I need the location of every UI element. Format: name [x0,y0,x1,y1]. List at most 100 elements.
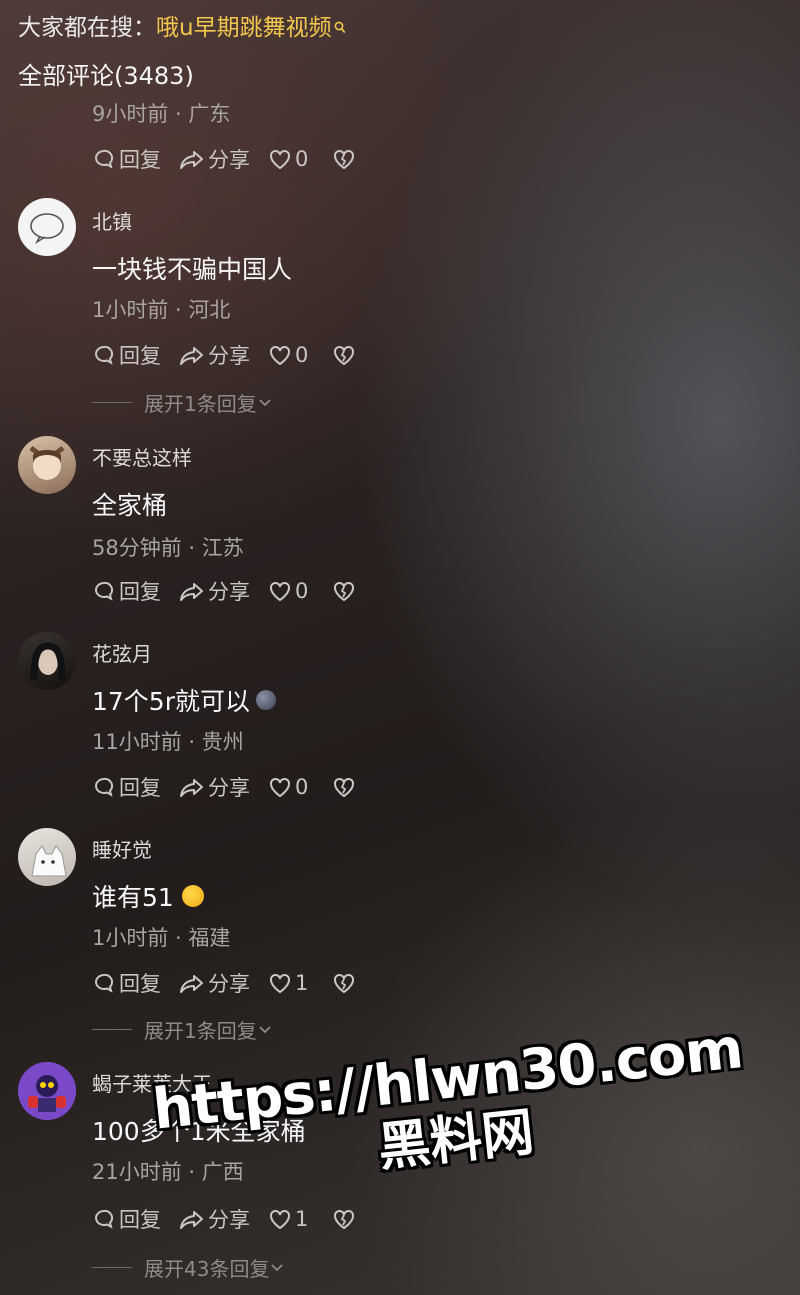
share-icon [180,975,203,993]
comment-meta: 58分钟前 · 江苏 [92,536,244,560]
divider [92,1029,132,1030]
like-button[interactable]: 1 [268,1207,308,1231]
like-button[interactable]: 1 [268,971,308,995]
reply-icon [95,149,114,169]
broken-heart-icon [334,1209,355,1230]
avatar[interactable] [18,632,76,690]
share-icon [180,347,203,365]
share-button[interactable]: 分享 [179,340,250,370]
expand-replies-button[interactable]: 展开43条回复 [92,1253,285,1282]
user-photo-icon [30,642,66,681]
heart-icon [270,149,290,170]
like-button[interactable]: 0 [268,343,308,367]
username[interactable]: 睡好觉 [92,834,152,863]
emoji-icon [256,690,276,710]
reply-icon [95,345,114,365]
heart-icon [270,1209,290,1230]
comment-text: 全家桶 [92,491,168,520]
avatar[interactable] [18,436,76,494]
watermark: https://hlwn30.com 黑料网 [150,1016,752,1201]
reply-icon [95,973,114,993]
reply-icon [95,777,114,797]
reply-button[interactable]: 回复 [92,772,161,802]
reply-button[interactable]: 回复 [92,1204,161,1234]
avatar[interactable] [18,1062,76,1120]
broken-heart-icon [334,345,355,366]
broken-heart-icon [334,149,355,170]
comment-meta: 1小时前 · 河北 [92,298,231,322]
expand-replies-button[interactable]: 展开1条回复 [92,388,273,417]
chevron-down-icon [259,1025,271,1033]
dislike-button[interactable] [332,972,359,994]
share-button[interactable]: 分享 [179,772,250,802]
dislike-button[interactable] [332,776,359,798]
search-suggestion[interactable]: 大家都在搜：哦u早期跳舞视频 [18,12,346,44]
comment-actions: 回复 分享 0 [92,576,377,606]
heart-icon [270,973,290,994]
share-icon [180,779,203,797]
comment-actions: 回复 分享 1 [92,1204,377,1234]
comment-text: 谁有51 [92,878,204,914]
search-term-link[interactable]: 哦u早期跳舞视频 [156,15,332,41]
comment-actions: 回复 分享 0 [92,340,377,370]
comment-actions: 回复 分享 0 [92,144,377,174]
dislike-button[interactable] [332,344,359,366]
comment-meta: 11小时前 · 贵州 [92,730,244,754]
share-button[interactable]: 分享 [179,968,250,998]
comment-actions: 回复 分享 0 [92,772,377,802]
expand-replies-button[interactable]: 展开1条回复 [92,1015,273,1044]
search-icon [334,12,346,34]
chevron-down-icon [259,398,271,406]
reply-button[interactable]: 回复 [92,340,161,370]
reply-button[interactable]: 回复 [92,144,161,174]
comment-count-title: 全部评论(3483) [18,62,194,90]
comment-actions: 回复 分享 1 [92,968,377,998]
share-icon [180,151,203,169]
heart-icon [270,777,290,798]
heart-icon [270,345,290,366]
broken-heart-icon [334,581,355,602]
broken-heart-icon [334,973,355,994]
avatar[interactable] [18,828,76,886]
robot-avatar-icon [18,1062,76,1120]
divider [92,402,132,403]
share-icon [180,1211,203,1229]
share-button[interactable]: 分享 [179,576,250,606]
like-count: 0 [295,579,309,603]
comment-meta: 9小时前 · 广东 [92,102,231,126]
like-count: 0 [295,343,309,367]
heart-icon [270,581,290,602]
like-button[interactable]: 0 [268,579,308,603]
speech-bubble-icon [30,213,64,245]
username[interactable]: 不要总这样 [92,442,192,471]
comment-text: 17个5r就可以 [92,682,276,718]
dislike-button[interactable] [332,580,359,602]
reply-icon [95,1209,114,1229]
dislike-button[interactable] [332,148,359,170]
comment-meta: 1小时前 · 福建 [92,926,231,950]
like-count: 1 [295,1207,309,1231]
share-button[interactable]: 分享 [179,144,250,174]
username[interactable]: 花弦月 [92,638,152,667]
dislike-button[interactable] [332,1208,359,1230]
reply-icon [95,581,114,601]
search-prefix: 大家都在搜： [18,15,156,41]
like-count: 1 [295,971,309,995]
like-button[interactable]: 0 [268,775,308,799]
reply-button[interactable]: 回复 [92,576,161,606]
like-count: 0 [295,147,309,171]
divider [92,1267,132,1268]
comment-text: 一块钱不骗中国人 [92,255,293,284]
share-button[interactable]: 分享 [179,1204,250,1234]
user-photo-icon [29,446,65,480]
like-count: 0 [295,775,309,799]
like-button[interactable]: 0 [268,147,308,171]
reply-button[interactable]: 回复 [92,968,161,998]
chevron-down-icon [271,1263,284,1271]
crying-emoji-icon [181,885,204,907]
username[interactable]: 北镇 [92,206,132,235]
share-icon [180,583,203,601]
broken-heart-icon [334,777,355,798]
avatar[interactable] [18,198,76,256]
cat-photo-icon [31,845,67,877]
